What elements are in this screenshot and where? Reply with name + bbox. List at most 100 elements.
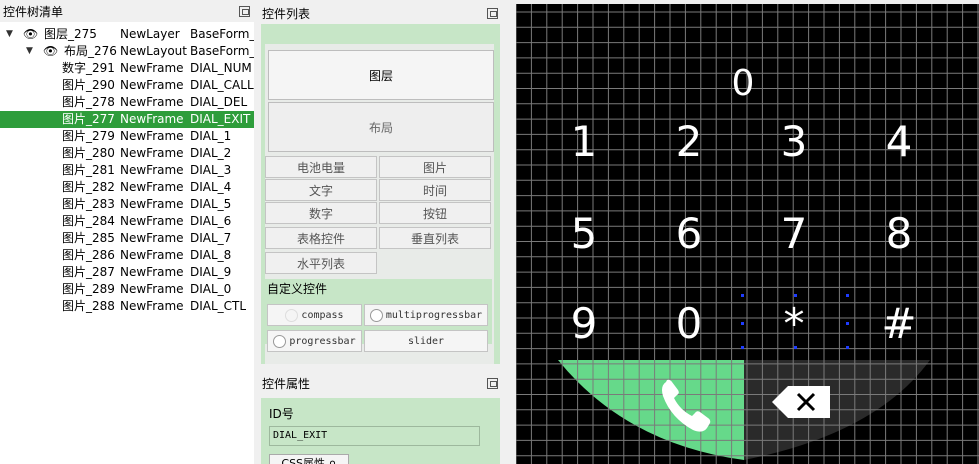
- design-canvas[interactable]: 0 1 2 3 4 5 6 7 8 9 0 * #: [516, 4, 979, 464]
- dial-key[interactable]: 2: [659, 117, 719, 167]
- dial-key[interactable]: 8: [869, 209, 929, 259]
- tree-row[interactable]: 图片_279 NewFrame DIAL_1: [0, 128, 254, 145]
- dial-key[interactable]: *: [764, 299, 824, 349]
- dial-key[interactable]: 0: [659, 299, 719, 349]
- expand-arrow-icon[interactable]: ▼: [26, 43, 33, 60]
- dial-key[interactable]: 1: [554, 117, 614, 167]
- tree-item-type: NewFrame: [120, 146, 184, 160]
- button-widget-button[interactable]: 按钮: [379, 202, 491, 224]
- number-widget-button[interactable]: 数字: [265, 202, 377, 224]
- tree-row[interactable]: 图片_290 NewFrame DIAL_CALL: [0, 77, 254, 94]
- undock-icon[interactable]: [487, 7, 498, 19]
- image-widget-button[interactable]: 图片: [379, 156, 491, 178]
- tree-item-type: NewFrame: [120, 231, 184, 245]
- tree-item-name: 图片_279: [62, 129, 115, 143]
- compass-widget-button[interactable]: compass: [267, 304, 362, 326]
- selection-marker: [846, 346, 849, 349]
- tree-row[interactable]: 图片_277 NewFrame DIAL_EXIT: [0, 111, 254, 128]
- widget-list-panel: 控件列表 图层 布局 电池电量 图片 文字 时间 数字 按钮 表格控件 垂直列表…: [259, 0, 505, 368]
- tree-item-name: 图片_280: [62, 146, 115, 160]
- tree-row[interactable]: 图片_281 NewFrame DIAL_3: [0, 162, 254, 179]
- tree-row[interactable]: 图片_282 NewFrame DIAL_4: [0, 179, 254, 196]
- multiprogressbar-widget-button[interactable]: multiprogressbar: [364, 304, 488, 326]
- layer-widget-button[interactable]: 图层: [268, 50, 494, 100]
- time-widget-button[interactable]: 时间: [379, 179, 491, 201]
- tree-item-id: DIAL_3: [190, 163, 232, 177]
- tree-item-id: DIAL_DEL: [190, 95, 248, 109]
- tree-item-id: DIAL_2: [190, 146, 232, 160]
- tree-item-id: DIAL_9: [190, 265, 232, 279]
- tree-row[interactable]: 图片_286 NewFrame DIAL_8: [0, 247, 254, 264]
- tree-item-id: DIAL_NUM: [190, 61, 252, 75]
- tree-item-id: BaseForm_: [190, 27, 254, 41]
- custom-widgets-section: 自定义控件 compass multiprogressbar progressb…: [265, 279, 492, 352]
- properties-body: ID号 DIAL_EXIT CSS属性 ∩: [261, 398, 500, 464]
- dial-key[interactable]: #: [869, 299, 929, 349]
- selection-marker: [846, 322, 849, 325]
- dial-key[interactable]: 6: [659, 209, 719, 259]
- tree-item-name: 图层_275: [44, 27, 97, 41]
- tree-item-name: 图片_282: [62, 180, 115, 194]
- tree-item-name: 图片_290: [62, 78, 115, 92]
- dial-key[interactable]: 5: [554, 209, 614, 259]
- tree-item-id: DIAL_CTL: [190, 299, 247, 313]
- widget-tree-title: 控件树清单: [3, 4, 64, 19]
- horizontal-list-widget-button[interactable]: 水平列表: [265, 252, 377, 274]
- tree-item-name: 图片_281: [62, 163, 115, 177]
- battery-widget-button[interactable]: 电池电量: [265, 156, 377, 178]
- dial-number-display[interactable]: 0: [713, 59, 773, 109]
- progressbar-icon: [273, 334, 287, 348]
- widget-palette: 图层 布局 电池电量 图片 文字 时间 数字 按钮 表格控件 垂直列表 水平列表…: [265, 44, 494, 364]
- multiprogressbar-label: multiprogressbar: [385, 309, 483, 321]
- id-field[interactable]: DIAL_EXIT: [269, 426, 480, 446]
- layout-widget-button[interactable]: 布局: [268, 102, 494, 152]
- tree-item-type: NewLayer: [120, 27, 180, 41]
- expand-arrow-icon[interactable]: ▼: [6, 26, 13, 43]
- table-widget-button[interactable]: 表格控件: [265, 227, 377, 249]
- dial-key[interactable]: 3: [764, 117, 824, 167]
- tree-row[interactable]: 图片_288 NewFrame DIAL_CTL: [0, 298, 254, 315]
- progressbar-label: progressbar: [289, 335, 356, 347]
- tree-item-id: BaseForm_: [190, 44, 254, 58]
- tree-row[interactable]: ▼ 👁 布局_276 NewLayout BaseForm_: [0, 43, 254, 60]
- selection-marker: [741, 294, 744, 297]
- tree-item-type: NewFrame: [120, 282, 184, 296]
- tree-row[interactable]: 数字_291 NewFrame DIAL_NUM: [0, 60, 254, 77]
- tree-item-name: 数字_291: [62, 61, 115, 75]
- css-properties-button[interactable]: CSS属性 ∩: [269, 454, 349, 464]
- selection-marker: [846, 294, 849, 297]
- dial-key[interactable]: 4: [869, 117, 929, 167]
- visibility-eye-icon[interactable]: 👁: [23, 26, 38, 43]
- progressbar-widget-button[interactable]: progressbar: [267, 330, 362, 352]
- tree-row[interactable]: 图片_280 NewFrame DIAL_2: [0, 145, 254, 162]
- dial-key[interactable]: 9: [554, 299, 614, 349]
- tree-item-type: NewFrame: [120, 214, 184, 228]
- app-window: 控件树清单 ▼ 👁 图层_275 NewLayer BaseForm_ ▼ 👁 布局_276 N…: [0, 0, 979, 464]
- tree-row[interactable]: 图片_289 NewFrame DIAL_0: [0, 281, 254, 298]
- tree-row[interactable]: 图片_278 NewFrame DIAL_DEL: [0, 94, 254, 111]
- tree-item-name: 图片_278: [62, 95, 115, 109]
- properties-title: 控件属性: [262, 376, 311, 391]
- tree-item-type: NewFrame: [120, 78, 184, 92]
- tree-item-type: NewFrame: [120, 197, 184, 211]
- tree-item-type: NewFrame: [120, 299, 184, 313]
- tree-item-type: NewFrame: [120, 95, 184, 109]
- tree-row[interactable]: 图片_285 NewFrame DIAL_7: [0, 230, 254, 247]
- widget-list-header: 控件列表: [259, 2, 502, 24]
- id-label: ID号: [269, 407, 294, 421]
- compass-label: compass: [301, 309, 344, 321]
- visibility-eye-icon[interactable]: 👁: [43, 43, 58, 60]
- vertical-list-widget-button[interactable]: 垂直列表: [379, 227, 491, 249]
- slider-widget-button[interactable]: slider: [364, 330, 488, 352]
- undock-icon[interactable]: [239, 5, 250, 17]
- tree-item-type: NewFrame: [120, 61, 184, 75]
- tree-row[interactable]: 图片_283 NewFrame DIAL_5: [0, 196, 254, 213]
- dial-key[interactable]: 7: [764, 209, 824, 259]
- tree-item-id: DIAL_7: [190, 231, 232, 245]
- undock-icon[interactable]: [487, 377, 498, 389]
- text-widget-button[interactable]: 文字: [265, 179, 377, 201]
- tree-row[interactable]: ▼ 👁 图层_275 NewLayer BaseForm_: [0, 26, 254, 43]
- tree-row[interactable]: 图片_284 NewFrame DIAL_6: [0, 213, 254, 230]
- widget-list-title: 控件列表: [262, 6, 311, 21]
- tree-row[interactable]: 图片_287 NewFrame DIAL_9: [0, 264, 254, 281]
